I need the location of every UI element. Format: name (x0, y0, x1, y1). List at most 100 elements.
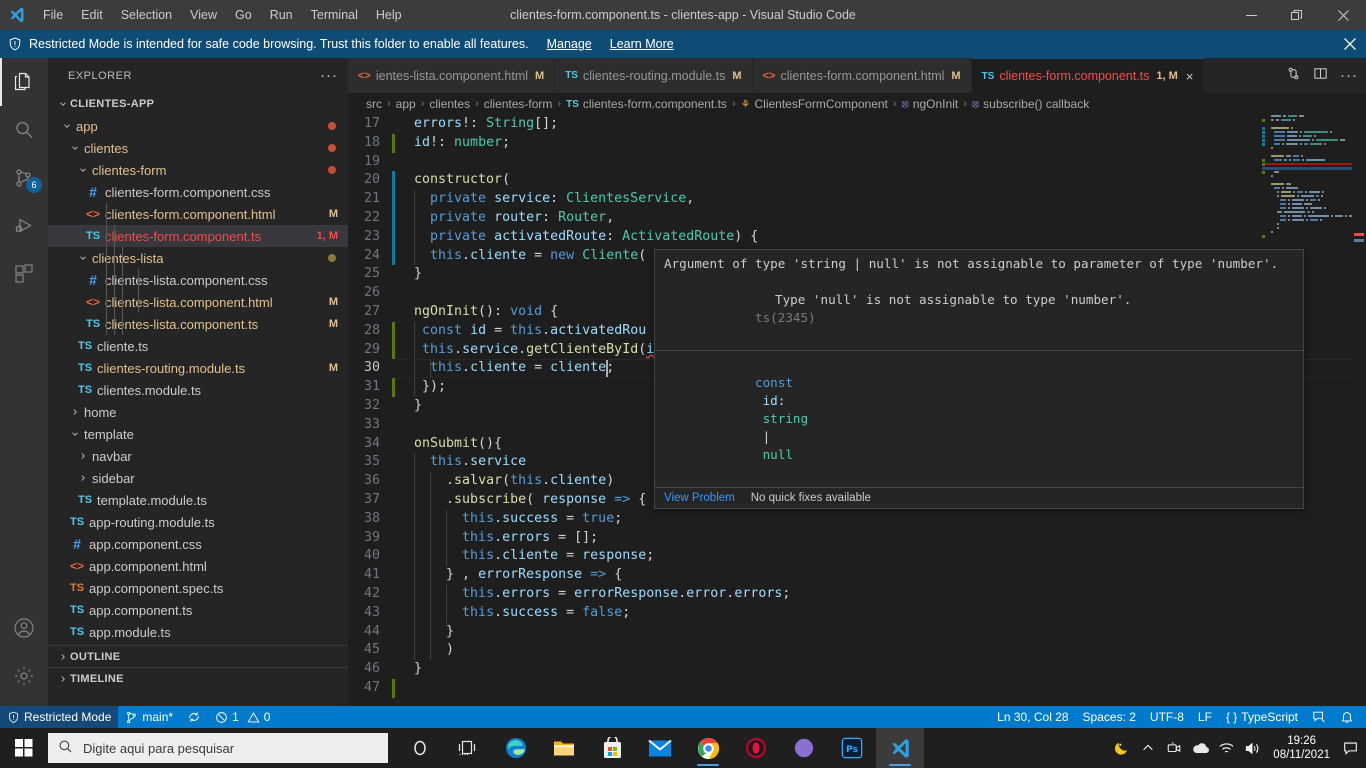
tree-folder-row[interactable]: sidebar (48, 467, 348, 489)
tree-file-row[interactable]: TS clientes-form.component.ts 1, M (48, 225, 348, 247)
restore-button[interactable] (1274, 0, 1320, 30)
menu-terminal[interactable]: Terminal (302, 0, 367, 30)
activitybar-extensions[interactable] (0, 250, 48, 298)
chevron-down-icon[interactable] (76, 253, 89, 263)
code-line[interactable]: 22 private router: Router, (348, 208, 1366, 228)
fold-gutter[interactable] (396, 190, 410, 209)
chevron-down-icon[interactable] (60, 121, 73, 131)
explorer-more-actions-icon[interactable]: ··· (320, 67, 338, 84)
chevron-right-icon[interactable] (76, 473, 89, 483)
code-line[interactable]: 18 id!: number; (348, 133, 1366, 153)
microsoft-edge-icon[interactable] (492, 728, 540, 768)
outline-section[interactable]: OUTLINE (48, 645, 348, 667)
status-problems[interactable]: 1 0 (208, 706, 277, 728)
fold-gutter[interactable] (396, 341, 410, 360)
tree-file-row[interactable]: # app.component.css (48, 533, 348, 555)
show-hidden-icons-chevron-icon[interactable] (1135, 728, 1161, 768)
hover-tooltip[interactable]: Argument of type 'string | null' is not … (654, 249, 1304, 509)
volume-icon[interactable] (1239, 728, 1265, 768)
breadcrumb-item-0[interactable]: src (366, 97, 382, 111)
status-feedback[interactable] (1305, 706, 1333, 728)
chevron-down-icon[interactable] (76, 165, 89, 175)
breadcrumb-item-6[interactable]: ⦻ ngOnInit (902, 97, 959, 111)
menu-selection[interactable]: Selection (112, 0, 181, 30)
status-encoding[interactable]: UTF-8 (1143, 706, 1191, 728)
menu-run[interactable]: Run (261, 0, 302, 30)
tree-folder-row[interactable]: clientes (48, 137, 348, 159)
windows-start-icon[interactable] (0, 728, 48, 768)
code-line[interactable]: 23 private activatedRoute: ActivatedRout… (348, 227, 1366, 247)
timeline-section[interactable]: TIMELINE (48, 667, 348, 689)
file-explorer-icon[interactable] (540, 728, 588, 768)
menu-edit[interactable]: Edit (72, 0, 112, 30)
fold-gutter[interactable] (396, 171, 410, 190)
activitybar-accounts[interactable] (0, 604, 48, 652)
banner-learn-more-link[interactable]: Learn More (610, 37, 674, 51)
chevron-down-icon[interactable] (68, 429, 81, 439)
view-problem-link[interactable]: View Problem (664, 492, 735, 504)
tree-file-row[interactable]: TS clientes.module.ts (48, 379, 348, 401)
google-chrome-icon[interactable] (684, 728, 732, 768)
status-branch[interactable]: main* (118, 706, 180, 728)
menu-bar[interactable]: File Edit Selection View Go Run Terminal… (34, 0, 411, 30)
breadcrumb-item-2[interactable]: clientes (429, 97, 470, 111)
task-view-icon[interactable] (444, 728, 492, 768)
opera-gx-icon[interactable] (732, 728, 780, 768)
fold-gutter[interactable] (396, 153, 410, 172)
menu-go[interactable]: Go (226, 0, 261, 30)
fold-gutter[interactable] (396, 585, 410, 604)
chevron-right-icon[interactable] (76, 451, 89, 461)
status-indentation[interactable]: Spaces: 2 (1076, 706, 1143, 728)
tree-folder-row[interactable]: template (48, 423, 348, 445)
tree-file-row[interactable]: TS app.module.ts (48, 621, 348, 643)
code-line[interactable]: 45 ) (348, 641, 1366, 661)
tree-file-row[interactable]: # clientes-lista.component.css (48, 269, 348, 291)
fold-gutter[interactable] (396, 228, 410, 247)
fold-gutter[interactable] (396, 247, 410, 266)
fold-gutter[interactable] (396, 679, 410, 698)
code-line[interactable]: 41 } , errorResponse => { (348, 566, 1366, 585)
menu-view[interactable]: View (181, 0, 226, 30)
mail-icon[interactable] (636, 728, 684, 768)
fold-gutter[interactable] (396, 491, 410, 510)
fold-gutter[interactable] (396, 566, 410, 585)
activitybar-source-control[interactable]: 6 (0, 154, 48, 202)
tree-folder-row[interactable]: home (48, 401, 348, 423)
fold-gutter[interactable] (396, 641, 410, 660)
breadcrumb-item-5[interactable]: ⚘ ClientesFormComponent (741, 97, 888, 111)
tree-file-row[interactable]: TS cliente.ts (48, 335, 348, 357)
banner-close-icon[interactable] (1344, 30, 1356, 58)
status-cursor-position[interactable]: Ln 30, Col 28 (990, 706, 1075, 728)
code-line[interactable]: 42 this.errors = errorResponse.error.err… (348, 584, 1366, 604)
code-line[interactable]: 39 this.errors = []; (348, 528, 1366, 548)
menu-help[interactable]: Help (367, 0, 411, 30)
code-line[interactable]: 38 this.success = true; (348, 509, 1366, 529)
cortana-icon[interactable] (396, 728, 444, 768)
code-line[interactable]: 19 (348, 153, 1366, 172)
activitybar-search[interactable] (0, 106, 48, 154)
breadcrumb-item-7[interactable]: ⦻ subscribe() callback (972, 97, 1089, 111)
fold-gutter[interactable] (396, 115, 410, 134)
tree-file-row[interactable]: TS app-routing.module.ts (48, 511, 348, 533)
tree-file-row[interactable]: <> clientes-lista.component.html M (48, 291, 348, 313)
taskbar-search-input[interactable]: Digite aqui para pesquisar (48, 733, 388, 763)
activitybar-explorer[interactable] (0, 58, 48, 106)
tree-file-row[interactable]: TS app.component.spec.ts (48, 577, 348, 599)
photoshop-icon[interactable]: Ps (828, 728, 876, 768)
menu-file[interactable]: File (34, 0, 72, 30)
notification-icon[interactable] (1338, 728, 1362, 768)
status-eol[interactable]: LF (1191, 706, 1219, 728)
code-editor[interactable]: 17 errors!: String[]; 18 id!: number; 19 20 c… (348, 115, 1366, 706)
tree-folder-row[interactable]: app (48, 115, 348, 137)
split-editor-icon[interactable] (1313, 66, 1328, 86)
tree-file-row[interactable]: TSclientes.service.tsM (48, 643, 348, 645)
tree-folder-row[interactable]: clientes-form (48, 159, 348, 181)
code-line[interactable]: 47 (348, 678, 1366, 698)
visual-studio-code-icon[interactable] (876, 728, 924, 768)
minimize-button[interactable] (1228, 0, 1274, 30)
breadcrumb-item-3[interactable]: clientes-form (484, 97, 553, 111)
code-line[interactable]: 44 } (348, 622, 1366, 642)
taskbar-clock[interactable]: 19:26 08/11/2021 (1265, 734, 1338, 762)
fold-gutter[interactable] (396, 529, 410, 548)
tree-file-row[interactable]: TS template.module.ts (48, 489, 348, 511)
